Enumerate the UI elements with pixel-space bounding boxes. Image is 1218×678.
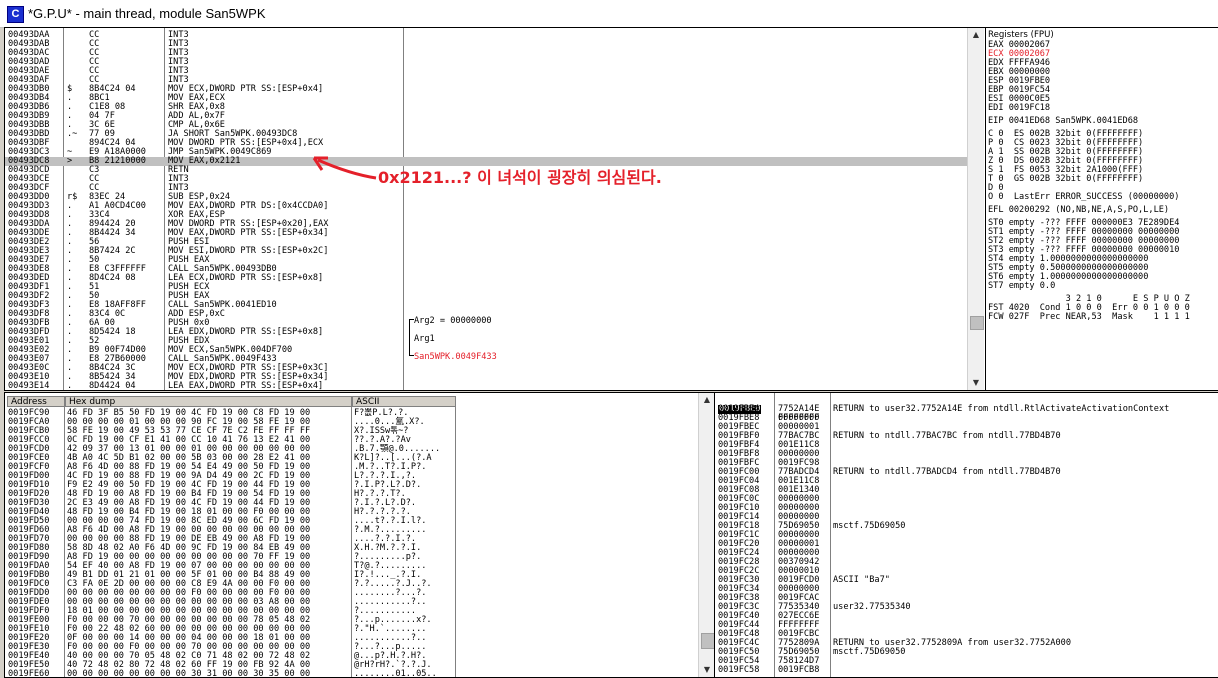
title-bar: C *G.P.U* - main thread, module San5WPK — [0, 0, 1218, 28]
dump-hex: 00 00 00 00 00 00 00 00 30 31 00 00 30 3… — [67, 669, 311, 678]
stack-comment: msctf.75D69050 — [833, 647, 906, 657]
disassembly-row[interactable]: 00493DC8 > B8 21210000 MOV EAX,0x2121 — [5, 157, 967, 166]
registers-header: Registers (FPU) — [988, 30, 1054, 40]
address-column-header[interactable]: Address — [7, 396, 65, 407]
instruction-address: 00493E14 — [8, 381, 50, 391]
disassembly-row[interactable]: 00493DDE. 8B4424 34 MOV EAX,DWORD PTR SS:[… — [5, 229, 967, 238]
scroll-thumb[interactable] — [970, 316, 984, 330]
disassembly-row[interactable]: 00493DBF 894C24 04 MOV DWORD PTR SS:[ESP+0… — [5, 139, 967, 148]
register-line[interactable]: T 0 GS 002B 32bit 0(FFFFFFFF) — [988, 175, 1143, 184]
annotation-arrow — [312, 156, 377, 180]
dump-address: 0019FE60 — [8, 669, 50, 678]
stack-comment: RETURN to user32.7752A14E from ntdll.Rtl… — [833, 404, 1170, 414]
jump-marker: .~ — [67, 129, 78, 139]
register-line[interactable]: EFL 00200292 (NO,NB,NE,A,S,PO,L,LE) — [988, 206, 1169, 215]
disassembly-row[interactable]: 00493E0C. 8B4C24 3C MOV ECX,DWORD PTR SS:[… — [5, 364, 967, 373]
annotation-text: 0x2121...? 이 녀석이 굉장히 의심된다. — [378, 168, 662, 187]
stack-value: 0019FCB8 — [778, 665, 820, 675]
scroll-up-icon[interactable]: ▲ — [968, 28, 984, 42]
disassembly-row[interactable]: 00493E10. 8B5424 34 MOV EDX,DWORD PTR SS:[… — [5, 373, 967, 382]
disassembly-row[interactable]: 00493DFD. 8D5424 18 LEA EDX,DWORD PTR SS:[… — [5, 328, 967, 337]
jump-marker: . — [67, 381, 73, 391]
disassembly-row[interactable]: 00493DB0 $8B4C24 04 MOV ECX,DWORD PTR SS:[… — [5, 85, 967, 94]
disassembly-row[interactable]: 00493DBB. 3C 6E CMP AL,0x6E — [5, 121, 967, 130]
stack-comment: msctf.75D69050 — [833, 521, 906, 531]
scroll-down-icon[interactable]: ▼ — [699, 663, 715, 677]
disassembly-scrollbar[interactable]: ▲ ▼ — [967, 28, 984, 390]
instruction-text: LEA EAX,DWORD PTR SS:[ESP+0x4] — [168, 381, 324, 391]
dump-row[interactable]: 0019FE60 00 00 00 00 00 00 00 00 30 31 00… — [5, 670, 695, 678]
hex-dump-pane[interactable]: Address Hex dump ASCII 0019FC90 46 FD 3F … — [4, 392, 716, 678]
jump-marker: > — [67, 156, 78, 166]
disassembly-row[interactable]: 00493DF2. 50 PUSH EAX — [5, 292, 967, 301]
disassembly-row[interactable]: 00493DB4. 8BC1 MOV EAX,ECX — [5, 94, 967, 103]
disassembly-row[interactable]: 00493E01. 52 PUSH EDX — [5, 337, 967, 346]
register-line[interactable]: EDI 0019FC18 — [988, 104, 1050, 113]
disassembly-row[interactable]: 00493DE8. E8 C3FFFFFF CALL San5WPK.00493DB… — [5, 265, 967, 274]
disassembly-row[interactable]: 00493DC3 ~ E9 A18A0000 JMP San5WPK.0049C869 — [5, 148, 967, 157]
arguments-bracket — [409, 319, 414, 356]
disassembly-row[interactable]: 00493DAE CC INT3 — [5, 67, 967, 76]
disassembly-row[interactable]: 00493DAA CC INT3 — [5, 31, 967, 40]
registers-pane[interactable]: Registers (FPU) EAX 00002067 ECX 00002067… — [985, 27, 1218, 391]
dump-ascii: ........01..05.. — [354, 669, 437, 678]
scroll-down-icon[interactable]: ▼ — [968, 376, 984, 390]
instruction-bytes: 8D4424 04 — [89, 381, 136, 391]
stack-comment: RETURN to ntdll.77BAC7BC from ntdll.77BD… — [833, 431, 1061, 441]
stack-comment: ASCII "Ba7" — [833, 575, 890, 585]
arg2-comment: Arg2 = 00000000 — [414, 316, 492, 326]
disassembly-row[interactable]: 00493DE7. 50 PUSH EAX — [5, 256, 967, 265]
disassembly-row[interactable]: 00493DAC CC INT3 — [5, 49, 967, 58]
disassembly-row[interactable]: 00493DF1. 51 PUSH ECX — [5, 283, 967, 292]
disassembly-row[interactable]: 00493DB6. C1E8 08 SHR EAX,0x8 — [5, 103, 967, 112]
stack-row[interactable]: 0019FC58 0019FCB8 — [715, 666, 1218, 675]
disassembly-row[interactable]: 00493DD3. A1 A0CD4C00 MOV EAX,DWORD PTR DS… — [5, 202, 967, 211]
register-line[interactable]: EIP 0041ED68 San5WPK.0041ED68 — [988, 117, 1138, 126]
disassembly-row[interactable]: 00493DAB CC INT3 — [5, 40, 967, 49]
disassembly-pane[interactable]: 00493DAA CC INT3 00493DAB CC INT3 00493DAC CC I… — [4, 27, 987, 391]
stack-comment: RETURN to ntdll.77BADCD4 from ntdll.77BD… — [833, 467, 1061, 477]
ascii-column-header[interactable]: ASCII — [352, 396, 456, 407]
callee-comment: San5WPK.0049F433 — [414, 352, 497, 362]
disassembly-row[interactable]: 00493DBD .~ 77 09 JA SHORT San5WPK.00493DC8 — [5, 130, 967, 139]
app-icon: C — [7, 6, 24, 23]
hex-column-header[interactable]: Hex dump — [65, 396, 352, 407]
register-line[interactable]: ST7 empty 0.0 — [988, 282, 1055, 291]
disassembly-row[interactable]: 00493DAF CC INT3 — [5, 76, 967, 85]
disassembly-row[interactable]: 00493E14. 8D4424 04 LEA EAX,DWORD PTR SS:[… — [5, 382, 967, 391]
dump-scrollbar[interactable]: ▲ ▼ — [698, 393, 715, 677]
register-line[interactable]: O 0 LastErr ERROR_SUCCESS (00000000) — [988, 193, 1179, 202]
disassembly-row[interactable]: 00493DE2. 56 PUSH ESI — [5, 238, 967, 247]
stack-comment: user32.77535340 — [833, 602, 911, 612]
arg1-comment: Arg1 — [414, 334, 435, 344]
disassembly-row[interactable]: 00493DF3. E8 18AFF8FF CALL San5WPK.0041ED1… — [5, 301, 967, 310]
window-title: *G.P.U* - main thread, module San5WPK — [28, 6, 266, 21]
jump-marker — [67, 40, 72, 49]
scroll-thumb[interactable] — [701, 633, 715, 649]
disassembly-row[interactable]: 00493DB9. 04 7F ADD AL,0x7F — [5, 112, 967, 121]
register-line[interactable]: FCW 027F Prec NEAR,53 Mask 1 1 1 1 — [988, 313, 1190, 322]
stack-pane[interactable]: 0019FBE0 FFFFFFFF 0019FBE4 7752A14E RETURN… — [714, 392, 1218, 678]
disassembly-row[interactable]: 00493DDA. 894424 20 MOV DWORD PTR SS:[ESP+… — [5, 220, 967, 229]
disassembly-row[interactable]: 00493DD8. 33C4 XOR EAX,ESP — [5, 211, 967, 220]
disassembly-row[interactable]: 00493DAD CC INT3 — [5, 58, 967, 67]
scroll-up-icon[interactable]: ▲ — [699, 393, 715, 407]
disassembly-row[interactable]: 00493DE3. 8B7424 2C MOV ESI,DWORD PTR SS:[… — [5, 247, 967, 256]
disassembly-row[interactable]: 00493DED. 8D4C24 08 LEA ECX,DWORD PTR SS:[… — [5, 274, 967, 283]
stack-address: 0019FC58 — [718, 665, 760, 675]
disassembly-row[interactable]: 00493DD0 r$ 83EC 24 SUB ESP,0x24 — [5, 193, 967, 202]
